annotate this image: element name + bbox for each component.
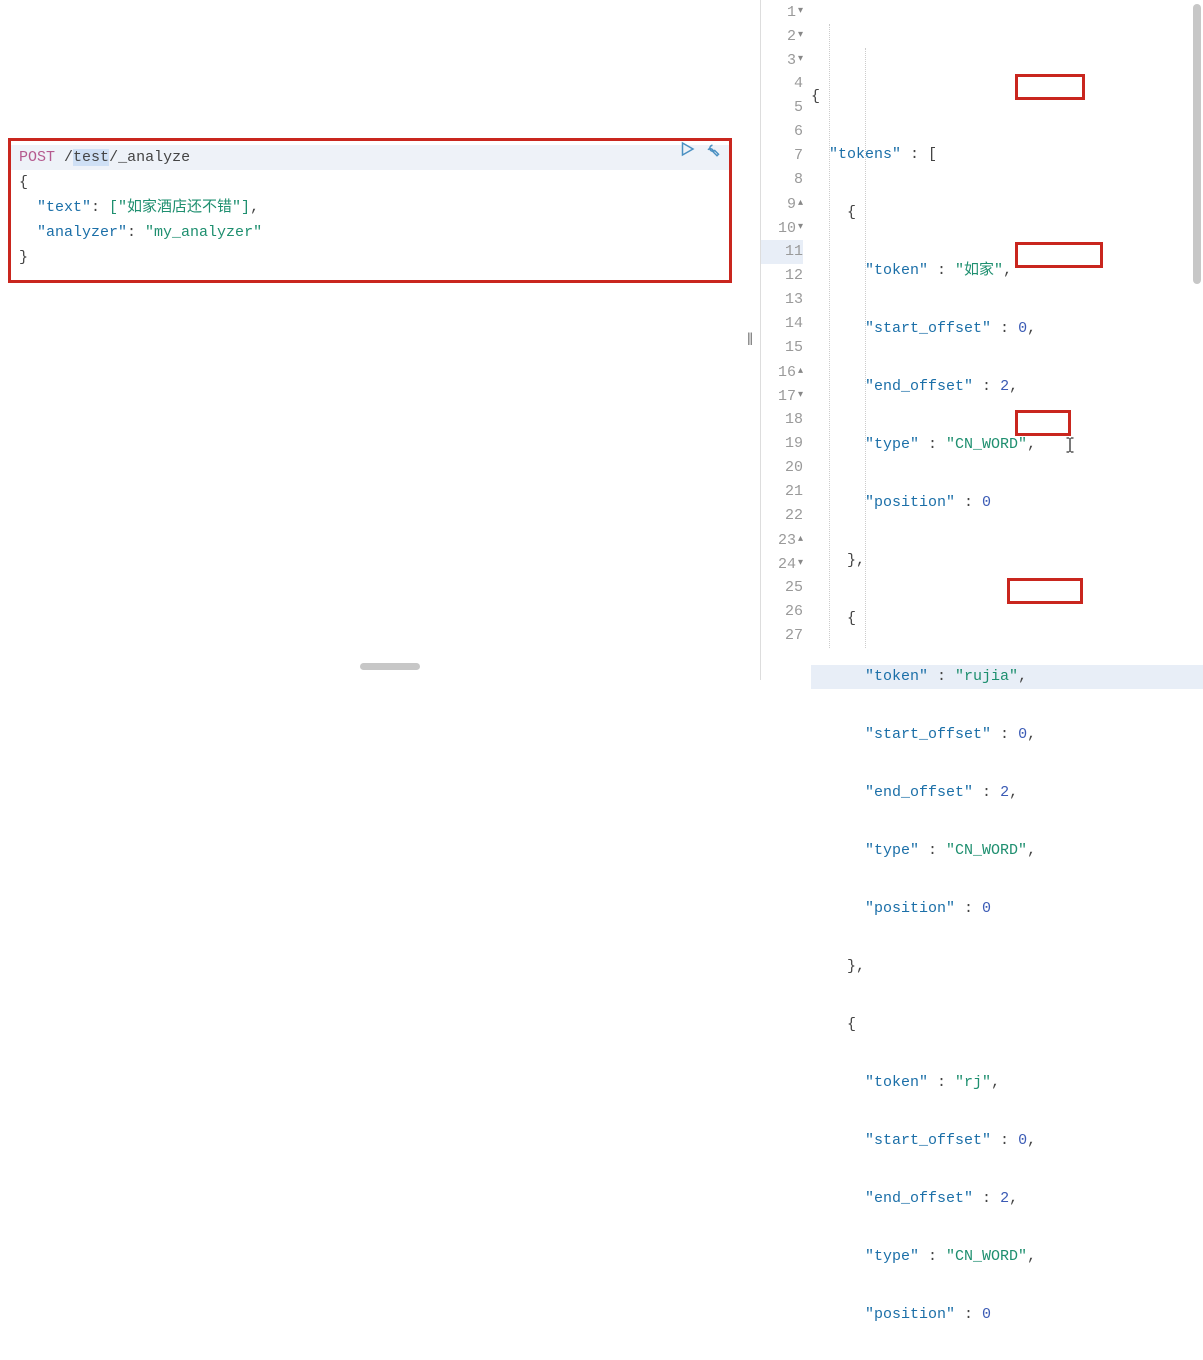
highlight-box-4: [1007, 578, 1083, 604]
json-key-position: "position": [865, 1306, 955, 1323]
horizontal-scrollbar[interactable]: [360, 663, 420, 670]
http-method: POST: [19, 149, 55, 166]
json-key-text: "text": [37, 199, 91, 216]
type-value: "CN_WORD": [946, 436, 1027, 453]
json-val-analyzer: "my_analyzer": [145, 224, 262, 241]
token-value-3: "rj": [955, 1074, 991, 1091]
path-rest: /_analyze: [109, 149, 190, 166]
json-key-start: "start_offset": [865, 726, 991, 743]
path-slash: /: [64, 149, 73, 166]
json-val-text: ["如家酒店还不错"]: [109, 199, 250, 216]
text-cursor-icon: [1063, 436, 1077, 454]
brace-close: }: [19, 249, 28, 266]
json-key-token: "token": [865, 262, 928, 279]
token-value-2: "rujia": [955, 668, 1018, 685]
json-key-tokens: "tokens": [829, 146, 901, 163]
num: 0: [982, 900, 991, 917]
response-viewer[interactable]: 1▾2▾3▾456789▴10▾111213141516▴17▾18192021…: [760, 0, 1203, 680]
json-key-end: "end_offset": [865, 784, 973, 801]
num: 0: [1018, 320, 1027, 337]
json-key-type: "type": [865, 842, 919, 859]
num: 0: [982, 494, 991, 511]
json-key-analyzer: "analyzer": [37, 224, 127, 241]
json-key-start: "start_offset": [865, 320, 991, 337]
num: 0: [1018, 1132, 1027, 1149]
pane-divider[interactable]: ‖: [740, 0, 760, 680]
json-key-start: "start_offset": [865, 1132, 991, 1149]
json-key-end: "end_offset": [865, 1190, 973, 1207]
json-key-position: "position": [865, 494, 955, 511]
vertical-scrollbar[interactable]: [1193, 4, 1201, 284]
num: 2: [1000, 378, 1009, 395]
type-value: "CN_WORD": [946, 842, 1027, 859]
json-key-token: "token": [865, 668, 928, 685]
line-gutter: 1▾2▾3▾456789▴10▾111213141516▴17▾18192021…: [761, 0, 811, 680]
num: 2: [1000, 784, 1009, 801]
response-code: { "tokens" : [ { "token" : "如家", "start_…: [811, 0, 1203, 680]
num: 0: [982, 1306, 991, 1323]
json-key-end: "end_offset": [865, 378, 973, 395]
request-editor[interactable]: POST /test/_analyze { "text": ["如家酒店还不错"…: [0, 0, 740, 680]
json-key-token: "token": [865, 1074, 928, 1091]
num: 2: [1000, 1190, 1009, 1207]
request-line[interactable]: POST /test/_analyze: [11, 145, 729, 170]
json-key-type: "type": [865, 1248, 919, 1265]
request-block: POST /test/_analyze { "text": ["如家酒店还不错"…: [8, 138, 732, 283]
token-value-1: "如家": [955, 262, 1003, 279]
type-value: "CN_WORD": [946, 1248, 1027, 1265]
json-key-position: "position": [865, 900, 955, 917]
path-segment-selected: test: [73, 149, 109, 166]
brace-open: {: [19, 174, 28, 191]
num: 0: [1018, 726, 1027, 743]
json-key-type: "type": [865, 436, 919, 453]
